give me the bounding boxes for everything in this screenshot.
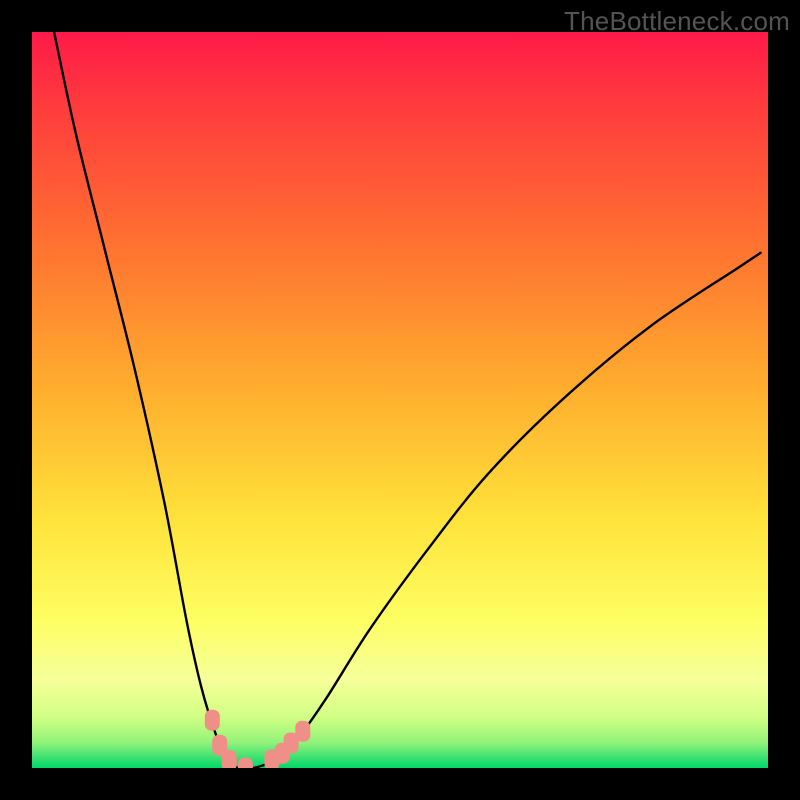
curve-marker — [205, 710, 220, 731]
plot-area — [32, 32, 768, 768]
curve-marker — [295, 721, 310, 742]
chart-svg — [32, 32, 768, 768]
outer-frame: TheBottleneck.com — [0, 0, 800, 800]
curve-marker — [222, 750, 237, 768]
